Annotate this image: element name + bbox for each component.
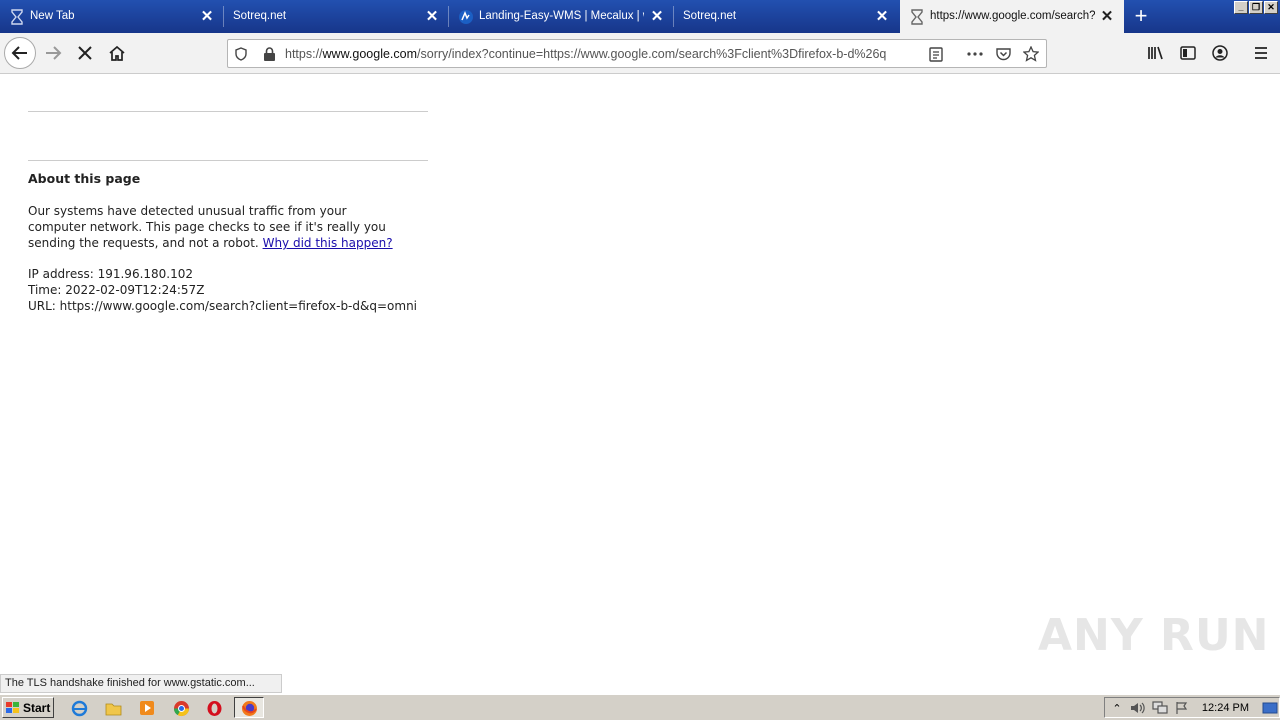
url-text[interactable]: https://www.google.com/sorry/index?conti… [285,47,920,61]
action-center-flag-icon[interactable] [1173,699,1191,717]
sidebar-icon [1180,46,1196,60]
divider [28,160,428,161]
home-icon [109,45,125,61]
tab-label: https://www.google.com/search?c [930,10,1095,22]
new-tab-button[interactable]: + [1131,5,1151,27]
account-button[interactable] [1204,37,1236,69]
reader-view-icon[interactable] [928,46,944,62]
more-actions-icon[interactable] [967,46,983,62]
hourglass-icon [911,9,923,25]
hourglass-icon [11,9,23,25]
anyrun-watermark: ANY RUN [1038,610,1270,661]
back-button[interactable] [4,37,36,69]
tab-label: Landing-Easy-WMS | Mecalux | w [479,10,644,22]
internet-explorer-icon[interactable] [70,699,88,717]
back-arrow-icon [11,46,27,60]
chrome-icon[interactable] [172,699,190,717]
about-heading: About this page [28,171,141,186]
tab-label: New Tab [30,10,75,22]
status-bar: The TLS handshake finished for www.gstat… [0,674,282,693]
windows-logo-icon [6,701,19,713]
file-explorer-icon[interactable] [104,699,122,717]
close-icon[interactable]: ✕ [875,8,889,25]
tab-new-tab[interactable]: New Tab ✕ [0,0,224,33]
tab-sotreq-2[interactable]: Sotreq.net ✕ [674,0,900,33]
bookmark-star-icon[interactable] [1023,46,1039,62]
close-icon[interactable]: ✕ [200,8,214,25]
firefox-icon [242,701,257,716]
tab-google-search[interactable]: https://www.google.com/search?c ✕ [900,0,1124,33]
url-host: www.google.com [322,47,418,61]
library-icon [1148,46,1163,60]
close-icon[interactable]: ✕ [1100,8,1114,25]
home-button[interactable] [101,37,133,69]
ip-address-line: IP address: 191.96.180.102 [28,267,194,281]
url-bar[interactable]: https://www.google.com/sorry/index?conti… [227,39,1047,68]
restore-button[interactable]: ❐ [1249,1,1263,14]
show-hidden-icons-icon[interactable]: ⌃ [1108,699,1126,717]
media-player-icon[interactable] [138,699,156,717]
clock[interactable]: 12:24 PM [1202,702,1249,714]
window-controls: _ ❐ ✕ [1234,1,1278,14]
account-icon [1212,45,1228,61]
system-tray: ⌃ 12:24 PM [1104,697,1280,718]
minimize-button[interactable]: _ [1234,1,1248,14]
forward-arrow-icon [46,46,62,60]
taskbar: Start ⌃ 12:24 PM [0,694,1280,720]
navigation-toolbar: https://www.google.com/sorry/index?conti… [0,33,1280,74]
start-button[interactable]: Start [2,697,54,718]
taskbar-firefox-button[interactable] [234,697,264,718]
hamburger-menu-icon [1255,47,1267,59]
menu-button[interactable] [1245,37,1277,69]
divider [28,111,428,112]
tab-label: Sotreq.net [233,10,287,22]
mecalux-icon [459,10,473,24]
close-icon[interactable]: ✕ [425,8,439,25]
time-line: Time: 2022-02-09T12:24:57Z [28,283,205,297]
why-did-this-happen-link[interactable]: Why did this happen? [263,236,393,250]
library-button[interactable] [1140,37,1172,69]
tab-strip: New Tab ✕ Sotreq.net ✕ Landing-Easy-WMS … [0,0,1280,33]
tab-sotreq-1[interactable]: Sotreq.net ✕ [224,0,449,33]
about-body: Our systems have detected unusual traffi… [28,203,408,251]
lock-icon[interactable] [261,46,277,62]
forward-button[interactable] [37,37,69,69]
show-desktop-icon[interactable] [1261,699,1279,717]
tab-label: Sotreq.net [683,10,737,22]
url-line: URL: https://www.google.com/search?clien… [28,299,418,313]
close-icon[interactable]: ✕ [650,8,664,25]
pocket-icon[interactable] [995,46,1011,62]
sidebar-button[interactable] [1172,37,1204,69]
url-path: /sorry/index?continue=https://www.google… [417,47,887,61]
url-prefix: https:// [285,47,323,61]
stop-button[interactable] [69,37,101,69]
start-label: Start [23,700,51,715]
close-window-button[interactable]: ✕ [1264,1,1278,14]
volume-icon[interactable] [1129,699,1147,717]
tab-mecalux[interactable]: Landing-Easy-WMS | Mecalux | w ✕ [449,0,674,33]
page-content: About this page Our systems have detecte… [0,74,1280,674]
opera-icon[interactable] [205,699,223,717]
network-icon[interactable] [1151,699,1169,717]
shield-icon[interactable] [233,46,249,62]
stop-icon [78,46,92,60]
